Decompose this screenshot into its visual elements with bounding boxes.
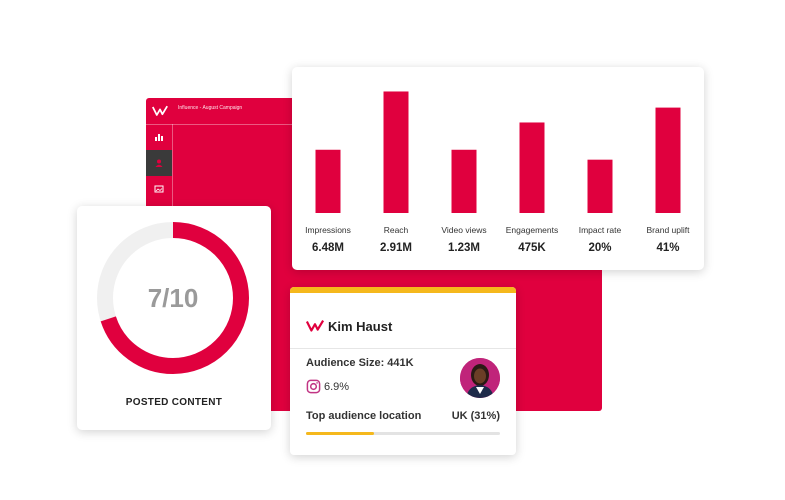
instagram-engagement: 6.9% — [306, 379, 349, 394]
divider — [290, 348, 516, 349]
value-label: 2.91M — [380, 242, 412, 254]
bar-reach — [383, 91, 409, 213]
campaign-bar-chart: Impressions 6.48M Reach 2.91M Video views 1.2… — [305, 91, 691, 254]
posted-content-card: 7/10 POSTED CONTENT — [77, 206, 271, 430]
category-label: Engagements — [506, 225, 558, 235]
top-location-label: Top audience location — [306, 410, 422, 422]
category-label: Brand uplift — [647, 225, 691, 235]
posted-content-label: POSTED CONTENT — [125, 397, 223, 408]
brand-logo-icon — [306, 320, 324, 332]
category-label: Reach — [384, 225, 409, 235]
influencer-profile-card[interactable]: Kim Haust Audience Size: 441K 6.9% Top a… — [290, 287, 516, 455]
category-label: Video views — [441, 225, 486, 235]
posted-content-value: 7/10 — [147, 282, 199, 313]
bar-chart-icon — [155, 134, 163, 141]
brand-logo-icon — [152, 105, 168, 116]
top-location-value: UK (31%) — [451, 410, 500, 422]
location-progress-track — [306, 432, 500, 435]
instagram-icon — [306, 379, 321, 394]
people-icon — [155, 159, 163, 167]
category-label: Impressions — [305, 225, 351, 235]
app-title: Influence - August Campaign — [178, 105, 243, 111]
influencer-name: Kim Haust — [328, 319, 393, 334]
image-icon — [154, 185, 164, 193]
bar-video-views — [451, 149, 477, 213]
bar-engagements — [519, 122, 545, 213]
value-label: 475K — [518, 242, 546, 254]
audience-size: Audience Size: 441K — [306, 357, 414, 369]
sidebar-item-analytics[interactable] — [146, 124, 172, 150]
bar-impact-rate — [587, 159, 613, 213]
sidebar-item-influencers[interactable] — [146, 150, 172, 176]
value-label: 20% — [588, 242, 611, 254]
avatar — [460, 358, 500, 398]
location-progress-fill — [306, 432, 374, 435]
category-label: Impact rate — [579, 225, 622, 235]
bar-impressions — [315, 149, 341, 213]
value-label: 41% — [656, 242, 679, 254]
avatar-image — [460, 358, 500, 398]
sidebar-item-content[interactable] — [146, 176, 172, 202]
value-label: 1.23M — [448, 242, 480, 254]
profile-accent-bar — [290, 287, 516, 293]
instagram-rate: 6.9% — [324, 380, 350, 393]
value-label: 6.48M — [312, 242, 344, 254]
campaign-stats-card: Impressions 6.48M Reach 2.91M Video views 1.2… — [292, 67, 704, 270]
bar-brand-uplift — [655, 107, 681, 213]
